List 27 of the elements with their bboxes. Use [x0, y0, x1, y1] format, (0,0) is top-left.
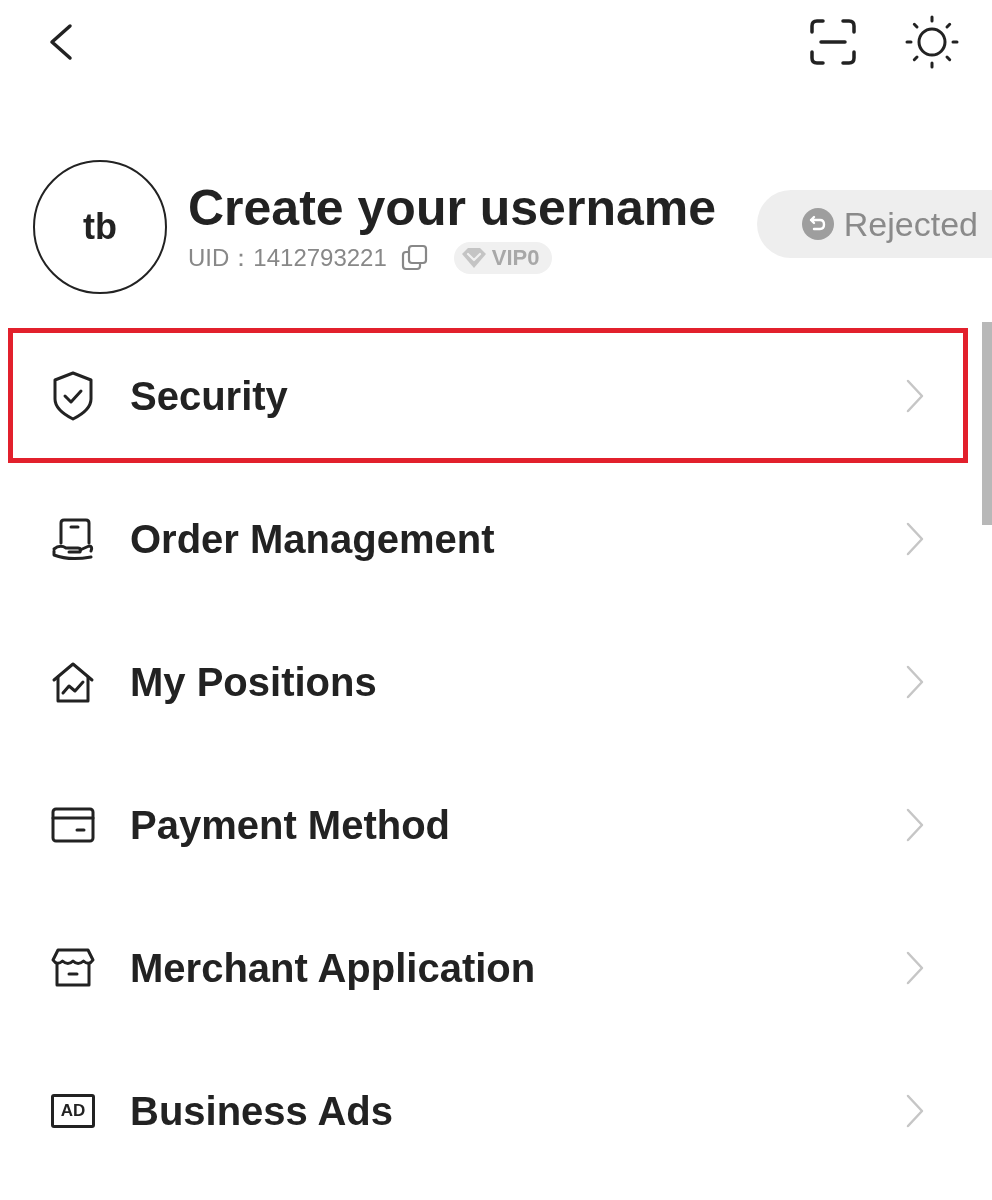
diamond-icon [459, 245, 488, 270]
status-text: Rejected [843, 207, 978, 241]
card-icon [51, 806, 95, 843]
chevron-right-icon [905, 1092, 925, 1129]
menu-item[interactable]: Payment Method [8, 757, 968, 892]
scan-icon[interactable] [809, 18, 857, 66]
ad-icon: AD [51, 1093, 95, 1128]
menu-item[interactable]: My Positions [8, 614, 968, 749]
sun-icon[interactable] [905, 15, 959, 69]
menu-item[interactable]: Order Management [8, 471, 968, 606]
chevron-right-icon [905, 663, 925, 700]
menu-item[interactable]: Merchant Application [8, 900, 968, 1035]
store-icon [50, 947, 96, 988]
username-title[interactable]: Create your username [188, 180, 716, 236]
uid-text: UID：1412793221 [188, 245, 387, 270]
chevron-right-icon [905, 806, 925, 843]
shield-check-icon [51, 370, 95, 421]
chevron-right-icon [905, 377, 925, 414]
vip-level-text: VIP0 [491, 246, 540, 269]
hand-holding-box-icon [51, 516, 95, 561]
menu-item[interactable]: Security [8, 328, 968, 463]
avatar[interactable]: tb [33, 160, 167, 294]
undo-icon [801, 208, 834, 240]
chevron-right-icon [905, 949, 925, 986]
copy-icon[interactable] [400, 244, 428, 271]
menu-item[interactable]: AD Business Ads [8, 1043, 968, 1178]
chevron-right-icon [905, 520, 925, 557]
